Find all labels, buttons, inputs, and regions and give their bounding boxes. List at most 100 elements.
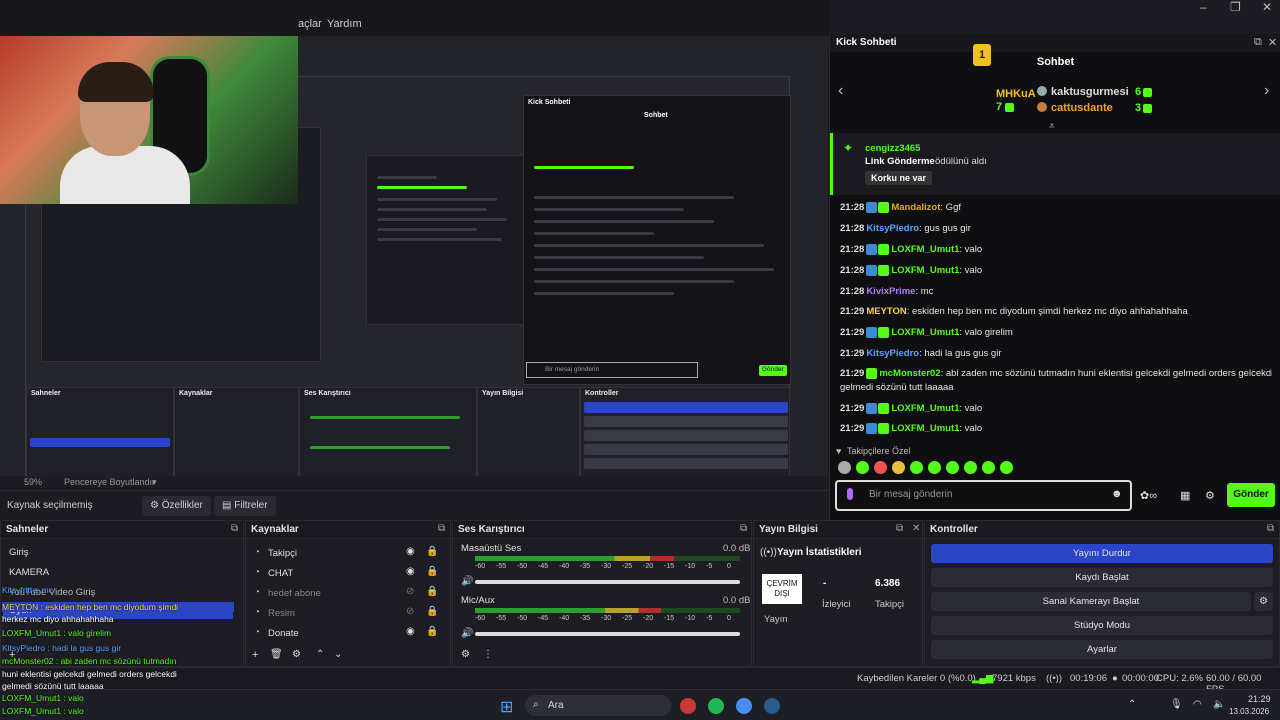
clock-time[interactable]: 21:29	[1248, 694, 1271, 704]
chrome-icon[interactable]	[736, 698, 752, 714]
settings-button[interactable]: Ayarlar	[931, 640, 1273, 659]
studio-mode-button[interactable]: Stüdyo Modu	[931, 616, 1273, 635]
undock-icon[interactable]: ⧉	[231, 523, 238, 534]
undock-icon[interactable]: ⧉	[1267, 523, 1274, 534]
eye-icon[interactable]: ◉	[406, 546, 415, 557]
message-user[interactable]: MEYTON	[866, 306, 906, 317]
chevron-left-icon[interactable]: ‹	[838, 82, 843, 100]
properties-button[interactable]: ⚙ Özellikler	[142, 496, 211, 516]
lock-icon[interactable]: 🔒	[426, 606, 438, 617]
undock-icon[interactable]: ⧉	[896, 523, 903, 534]
resize-mode[interactable]: Pencereye Boyutlandır	[64, 477, 155, 487]
trash-icon[interactable]: 🗑	[270, 649, 283, 660]
store-icon[interactable]: ▦	[1180, 489, 1190, 502]
more-icon[interactable]: ⋮	[483, 649, 493, 660]
start-recording-button[interactable]: Kaydı Başlat	[931, 568, 1273, 587]
start-virtual-camera-button[interactable]: Sanal Kamerayı Başlat	[931, 592, 1251, 611]
badges-icon[interactable]: ✿∞	[1140, 489, 1157, 502]
wifi-icon[interactable]: ◠	[1193, 699, 1202, 710]
zoom-level[interactable]: 59%	[24, 477, 42, 487]
close-icon[interactable]: ✕	[1268, 36, 1277, 49]
volume-slider[interactable]	[475, 632, 740, 636]
lock-icon[interactable]: 🔒	[426, 626, 438, 637]
message-user[interactable]: LOXFM_Umut1	[891, 423, 959, 434]
speaker-icon[interactable]: 🔊	[461, 628, 473, 639]
message-user[interactable]: KitsyPiedro	[866, 348, 919, 359]
message-user[interactable]: LOXFM_Umut1	[891, 327, 959, 338]
source-item[interactable]: ◔ Resim ⊘ 🔒	[246, 605, 452, 623]
chevron-right-icon[interactable]: ›	[1264, 82, 1269, 100]
add-icon[interactable]: +	[252, 649, 258, 661]
menu-item-tools[interactable]: açlar	[298, 18, 322, 30]
eye-icon[interactable]: ◉	[406, 566, 415, 577]
message-user[interactable]: KitsyPiedro	[866, 223, 919, 234]
lock-icon[interactable]: 🔒	[426, 586, 438, 597]
message-user[interactable]: KivixPrime	[866, 286, 915, 297]
message-user[interactable]: LOXFM_Umut1	[891, 265, 959, 276]
emote-icon[interactable]	[1000, 461, 1013, 474]
close-icon[interactable]: ✕	[912, 523, 920, 534]
message-user[interactable]: Mandalizot	[891, 202, 940, 213]
volume-slider[interactable]	[475, 580, 740, 584]
mic-icon[interactable]	[847, 488, 853, 500]
emote-icon[interactable]	[838, 461, 851, 474]
chevron-up-icon[interactable]: ⌃	[316, 649, 324, 660]
volume-icon[interactable]: 🔈	[1213, 699, 1225, 710]
send-button[interactable]: Gönder	[1227, 483, 1275, 507]
chat-message-input[interactable]: Bir mesaj gönderin ☻	[835, 480, 1132, 511]
leader2-name[interactable]: kaktusgurmesi	[1051, 86, 1129, 98]
emote-icon[interactable]	[964, 461, 977, 474]
speaker-icon[interactable]: 🔊	[461, 576, 473, 587]
virtual-camera-settings-gear-icon[interactable]: ⚙	[1254, 592, 1273, 611]
lock-icon[interactable]: 🔒	[426, 566, 438, 577]
minimize-icon[interactable]: –	[1200, 0, 1207, 14]
obs-icon[interactable]	[680, 698, 696, 714]
undock-icon[interactable]: ⧉	[1254, 36, 1262, 49]
eye-icon[interactable]: ◉	[406, 626, 415, 637]
scene-item[interactable]: Giriş	[9, 547, 29, 558]
chevron-up-icon[interactable]: ⌃	[1128, 699, 1136, 710]
gear-icon[interactable]: ⚙	[1205, 489, 1215, 502]
lock-icon[interactable]: 🔒	[426, 546, 438, 557]
undock-icon[interactable]: ⧉	[438, 523, 445, 534]
mic-icon[interactable]: 🎙	[1170, 699, 1183, 710]
source-item[interactable]: ◔ Donate ◉ 🔒	[246, 625, 452, 643]
eye-hidden-icon[interactable]: ⊘	[406, 606, 414, 617]
menu-item-help[interactable]: Yardım	[327, 18, 362, 30]
source-item[interactable]: ◔ CHAT ◉ 🔒	[246, 565, 452, 583]
emote-icon[interactable]	[946, 461, 959, 474]
source-item[interactable]: ◔ hedef abone ⊘ 🔒	[246, 585, 452, 603]
filters-button[interactable]: ▤ Filtreler	[214, 496, 276, 516]
chevron-down-icon[interactable]: ▾	[152, 477, 157, 488]
message-user[interactable]: LOXFM_Umut1	[891, 244, 959, 255]
steam-icon[interactable]	[764, 698, 780, 714]
leader1-name[interactable]: MHKuA	[996, 88, 1036, 100]
taskbar-search[interactable]: ⌕ Ara	[525, 695, 671, 716]
emote-icon[interactable]	[982, 461, 995, 474]
maximize-icon[interactable]: ❐	[1230, 0, 1241, 14]
preview-canvas[interactable]: Kick Sohbeti Sohbet Bir mesaj gönderin G…	[0, 36, 828, 506]
source-item[interactable]: ◔ Takipçi ◉ 🔒	[246, 545, 452, 563]
gear-icon[interactable]: ⚙	[292, 649, 301, 660]
chevron-down-icon[interactable]: ⌄	[334, 649, 342, 660]
close-icon[interactable]: ✕	[1262, 0, 1272, 14]
stop-stream-button[interactable]: Yayını Durdur	[931, 544, 1273, 563]
eye-hidden-icon[interactable]: ⊘	[406, 586, 414, 597]
clock-date[interactable]: 13.03.2026	[1229, 707, 1269, 716]
leader3-name[interactable]: cattusdante	[1051, 102, 1113, 114]
gear-icon[interactable]: ⚙	[461, 649, 470, 660]
emote-icon[interactable]	[874, 461, 887, 474]
scene-item[interactable]: KAMERA	[9, 567, 49, 578]
undock-icon[interactable]: ⧉	[740, 523, 747, 534]
message-user[interactable]: LOXFM_Umut1	[891, 403, 959, 414]
pinned-user[interactable]: cengizz3465	[865, 143, 920, 154]
windows-start-icon[interactable]: ⊞	[500, 697, 513, 717]
collapse-icon[interactable]: ⩡	[1049, 121, 1055, 132]
emote-icon[interactable]	[910, 461, 923, 474]
emote-icon[interactable]	[856, 461, 869, 474]
emoji-icon[interactable]: ☻	[1111, 488, 1123, 500]
spotify-icon[interactable]	[708, 698, 724, 714]
emote-icon[interactable]	[928, 461, 941, 474]
message-user[interactable]: mcMonster02	[879, 368, 940, 379]
emote-icon[interactable]	[892, 461, 905, 474]
